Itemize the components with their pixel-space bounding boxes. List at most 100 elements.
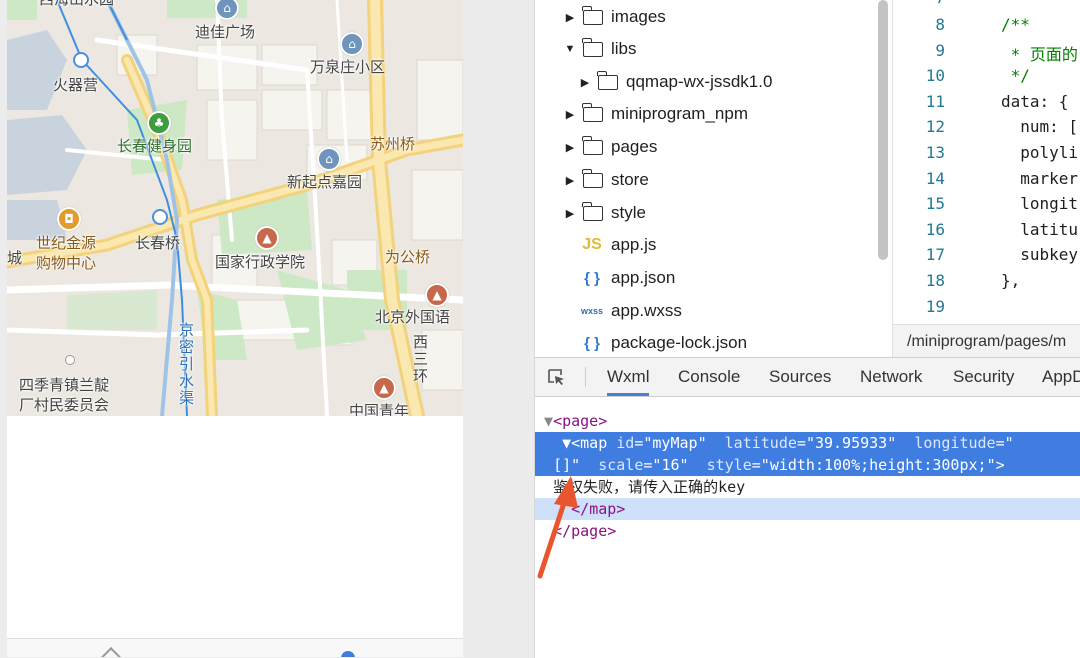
line-number: 16 xyxy=(925,220,945,239)
tree-item-pages[interactable]: ▶ pages xyxy=(563,132,892,162)
code-line: }, xyxy=(1001,271,1021,290)
chevron-down-icon[interactable]: ▼ xyxy=(563,43,577,55)
map-label: 城 xyxy=(7,249,23,267)
code-editor[interactable]: 7 8 9 10 11 12 13 14 15 16 17 18 19 /** … xyxy=(892,0,1080,324)
map-label: 长春健身园 xyxy=(117,137,193,155)
line-number: 7 xyxy=(893,0,945,7)
tab-security[interactable]: Security xyxy=(953,358,1014,396)
chevron-right-icon[interactable]: ▶ xyxy=(563,174,577,187)
explorer-scrollbar[interactable] xyxy=(878,0,888,260)
attr-value: width:100%;height:300px; xyxy=(769,456,987,474)
chevron-right-icon[interactable]: ▶ xyxy=(563,207,577,220)
code-line: subkey xyxy=(1001,245,1079,264)
chevron-right-icon[interactable]: ▶ xyxy=(563,141,577,154)
map-label: 长春桥 xyxy=(135,234,181,252)
folder-icon xyxy=(597,70,618,90)
dom-node-map-cont[interactable]: []" scale="16" style="width:100%;height:… xyxy=(535,454,1080,476)
tree-item-label: package-lock.json xyxy=(611,333,748,352)
shopping-icon[interactable]: ◘ xyxy=(57,207,81,231)
tag-name: page xyxy=(562,412,599,430)
tree-item-store[interactable]: ▶ store xyxy=(563,165,892,195)
divider xyxy=(585,367,586,387)
code-line: latitu xyxy=(1001,220,1079,239)
tree-item-package-lock[interactable]: { } package-lock.json xyxy=(579,328,892,357)
tree-item-label: miniprogram_npm xyxy=(611,104,748,123)
tree-item-app-json[interactable]: { } app.json xyxy=(579,263,892,293)
folder-icon xyxy=(582,168,603,188)
map-label: 中国青年 xyxy=(349,402,410,416)
code-line: num: [ xyxy=(1001,117,1079,136)
park-icon[interactable]: ♣ xyxy=(147,111,171,135)
subway-icon[interactable] xyxy=(73,52,89,68)
chevron-right-icon[interactable]: ▶ xyxy=(563,108,577,121)
map-label: 厂村民委员会 xyxy=(19,396,110,414)
school-icon[interactable]: ▲ xyxy=(372,376,396,400)
code-line: marker xyxy=(1001,169,1079,188)
js-file-icon: JS xyxy=(582,236,602,253)
user-icon[interactable] xyxy=(341,651,355,657)
attr-name: scale xyxy=(598,456,644,474)
inspect-element-icon[interactable] xyxy=(547,368,565,386)
tree-item-miniprogram-npm[interactable]: ▶ miniprogram_npm xyxy=(563,99,892,129)
folder-icon xyxy=(582,5,603,25)
map-label: 购物中心 xyxy=(36,254,97,272)
dom-node-page[interactable]: ▼<page> xyxy=(535,410,1080,432)
tag-name: map xyxy=(589,500,617,518)
wxss-file-icon: wxss xyxy=(580,306,604,316)
file-path-bar: /miniprogram/pages/m xyxy=(892,324,1080,357)
tab-sources[interactable]: Sources xyxy=(769,358,831,396)
tree-item-label: qqmap-wx-jssdk1.0 xyxy=(626,72,773,91)
residential-icon[interactable]: ⌂ xyxy=(340,32,364,56)
line-number: 12 xyxy=(925,117,945,136)
line-number: 14 xyxy=(925,169,945,188)
map-label: 苏州桥 xyxy=(370,135,416,153)
map-label: 四季青镇兰靛 xyxy=(19,376,110,394)
residential-icon[interactable]: ⌂ xyxy=(317,147,341,171)
tree-item-label: images xyxy=(611,7,666,26)
tree-item-images[interactable]: ▶ images xyxy=(563,2,892,32)
chevron-down-icon[interactable]: ▼ xyxy=(562,434,571,452)
tree-item-app-wxss[interactable]: wxss app.wxss xyxy=(579,296,892,326)
subway-icon[interactable] xyxy=(152,209,168,225)
attr-value: 39.95933 xyxy=(814,434,888,452)
map-label: 国家行政学院 xyxy=(215,253,306,271)
dom-text-node[interactable]: 鉴权失败，请传入正确的key xyxy=(535,476,1080,498)
folder-icon xyxy=(582,102,603,122)
school-icon[interactable]: ▲ xyxy=(425,283,449,307)
tab-console[interactable]: Console xyxy=(678,358,740,396)
tab-wxml[interactable]: Wxml xyxy=(607,358,650,396)
map-label: 西海山水园 xyxy=(39,0,114,9)
folder-icon xyxy=(582,135,603,155)
tree-item-label: store xyxy=(611,170,649,189)
tree-item-label: style xyxy=(611,203,646,222)
home-icon[interactable] xyxy=(99,647,128,657)
map-label: 世纪金源 xyxy=(36,234,97,252)
attr-name: style xyxy=(706,456,752,474)
tree-item-qqmap[interactable]: ▶ qqmap-wx-jssdk1.0 xyxy=(578,67,892,97)
attr-name: id xyxy=(616,434,635,452)
code-line: * 页面的 xyxy=(1001,45,1078,64)
simulator-panel: ⌂ ⌂ ♣ ⌂ ◘ ▲ ▲ ▲ 西海山水园 迪佳广场 万泉庄小区 火器营 长春健… xyxy=(0,0,463,657)
tab-network[interactable]: Network xyxy=(860,358,922,396)
line-number: 19 xyxy=(925,297,945,316)
tree-item-label: app.js xyxy=(611,235,657,254)
code-line: data: { xyxy=(1001,92,1069,111)
dom-node-page-close[interactable]: </page> xyxy=(535,520,1080,542)
dom-node-map-close[interactable]: </map> xyxy=(535,498,1080,520)
json-file-icon: { } xyxy=(584,334,600,352)
chevron-right-icon[interactable]: ▶ xyxy=(563,11,577,24)
folder-icon xyxy=(582,201,603,221)
tree-item-app-js[interactable]: JS app.js xyxy=(579,230,892,260)
tree-item-style[interactable]: ▶ style xyxy=(563,198,892,228)
chevron-down-icon[interactable]: ▼ xyxy=(535,412,553,430)
tree-item-label: libs xyxy=(611,39,637,58)
map-view[interactable]: ⌂ ⌂ ♣ ⌂ ◘ ▲ ▲ ▲ 西海山水园 迪佳广场 万泉庄小区 火器营 长春健… xyxy=(7,0,463,416)
error-text: 鉴权失败，请传入正确的key xyxy=(535,478,746,496)
tree-item-libs[interactable]: ▼ libs xyxy=(563,34,892,64)
dom-node-map[interactable]: ▼<map id="myMap" latitude="39.95933" lon… xyxy=(535,432,1080,454)
school-icon[interactable]: ▲ xyxy=(255,226,279,250)
line-number: 9 xyxy=(935,41,945,60)
tab-appdata[interactable]: AppD xyxy=(1042,358,1080,396)
chevron-right-icon[interactable]: ▶ xyxy=(578,76,592,89)
map-label: 火器营 xyxy=(53,76,99,94)
